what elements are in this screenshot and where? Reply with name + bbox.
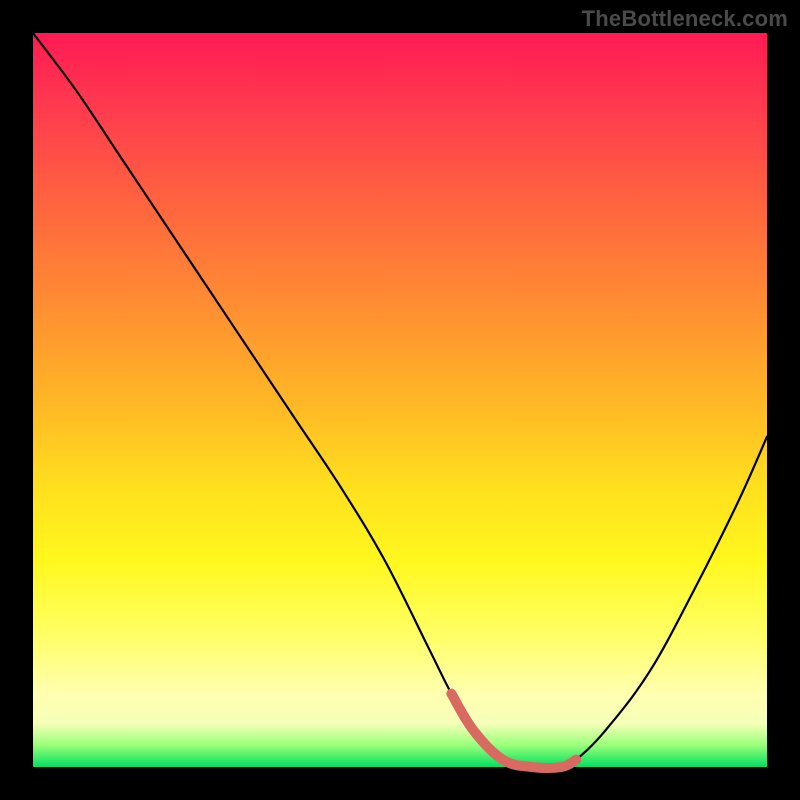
watermark-text: TheBottleneck.com	[582, 6, 788, 32]
plot-area	[33, 33, 767, 767]
curve-layer	[33, 33, 767, 767]
highlight-segment	[451, 694, 576, 768]
bottleneck-curve	[33, 33, 767, 768]
chart-stage: TheBottleneck.com	[0, 0, 800, 800]
